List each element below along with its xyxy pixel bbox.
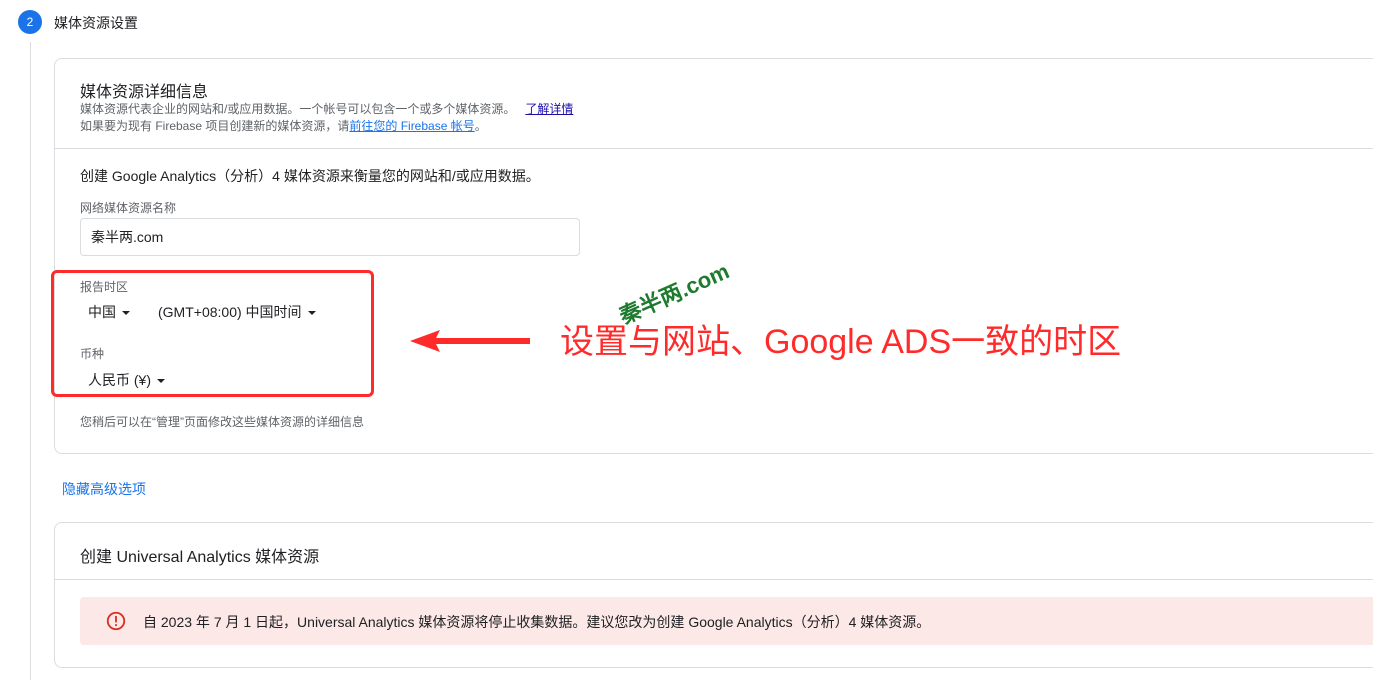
card-divider — [55, 579, 1373, 580]
firebase-note-text: 如果要为现有 Firebase 项目创建新的媒体资源，请 — [80, 119, 350, 133]
firebase-account-link[interactable]: 前往您的 Firebase 帐号 — [349, 119, 474, 133]
firebase-note-suffix: 。 — [474, 119, 487, 133]
deprecation-warning-text: 自 2023 年 7 月 1 日起，Universal Analytics 媒体… — [143, 614, 931, 630]
property-name-label: 网络媒体资源名称 — [80, 201, 177, 215]
edit-later-note: 您稍后可以在“管理”页面修改这些媒体资源的详细信息 — [80, 415, 364, 429]
ga4-intro-text: 创建 Google Analytics（分析）4 媒体资源来衡量您的网站和/或应… — [80, 168, 540, 184]
ua-card-title: 创建 Universal Analytics 媒体资源 — [80, 549, 320, 566]
step-connector-line — [30, 42, 31, 680]
timezone-highlight-box — [51, 270, 374, 397]
learn-more-link[interactable]: 了解详情 — [525, 102, 573, 116]
error-icon — [106, 611, 126, 631]
card-divider — [55, 148, 1373, 149]
deprecation-warning-banner: 自 2023 年 7 月 1 日起，Universal Analytics 媒体… — [80, 597, 1373, 645]
hide-advanced-options-link[interactable]: 隐藏高级选项 — [62, 479, 146, 499]
universal-analytics-card: 创建 Universal Analytics 媒体资源 自 2023 年 7 月… — [54, 522, 1373, 668]
step-number-badge: 2 — [18, 10, 42, 34]
firebase-note: 如果要为现有 Firebase 项目创建新的媒体资源，请前往您的 Firebas… — [80, 117, 487, 134]
property-name-input[interactable] — [80, 218, 580, 256]
annotation-arrow-icon — [410, 330, 530, 352]
card-description: 媒体资源代表企业的网站和/或应用数据。一个帐号可以包含一个或多个媒体资源。 了解详… — [80, 100, 573, 117]
description-text: 媒体资源代表企业的网站和/或应用数据。一个帐号可以包含一个或多个媒体资源。 — [80, 102, 516, 116]
card-title: 媒体资源详细信息 — [80, 84, 209, 101]
step-title: 媒体资源设置 — [54, 15, 138, 31]
